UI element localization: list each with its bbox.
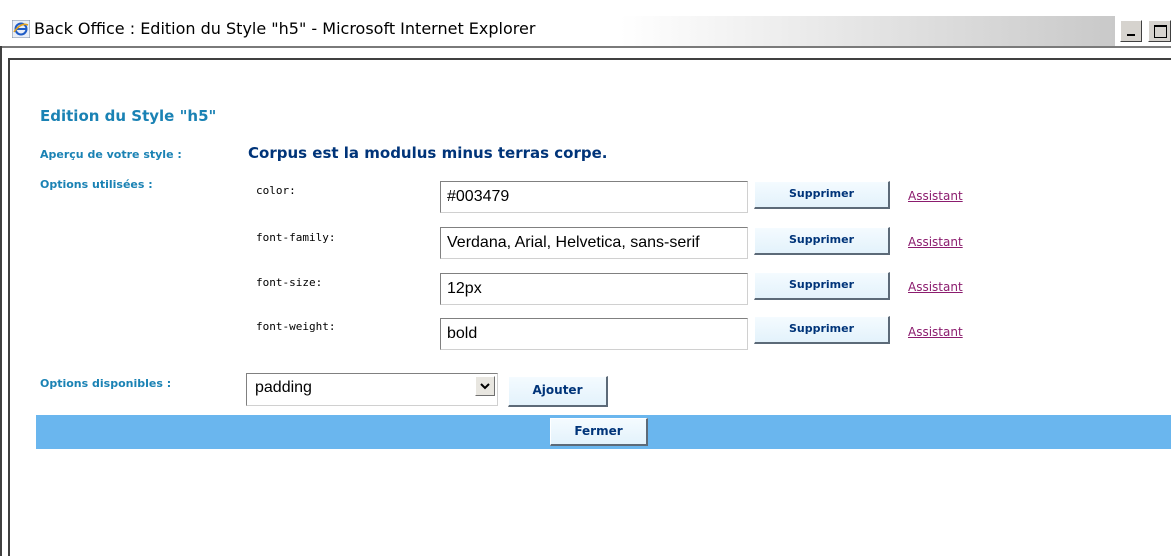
select-value: padding xyxy=(255,379,312,396)
style-preview-text: Corpus est la modulus minus terras corpe… xyxy=(248,144,608,162)
option-value-input[interactable] xyxy=(440,273,748,305)
option-name: font-family: xyxy=(256,231,336,244)
browser-window: Back Office : Edition du Style "h5" - Mi… xyxy=(0,0,1171,556)
internet-explorer-icon xyxy=(12,20,30,38)
option-value-input[interactable] xyxy=(440,227,748,259)
title-bar: Back Office : Edition du Style "h5" - Mi… xyxy=(0,0,1171,46)
assistant-link[interactable]: Assistant xyxy=(908,325,963,339)
option-name: font-weight: xyxy=(256,320,336,333)
options-available-select[interactable]: padding xyxy=(246,373,498,406)
remove-option-button[interactable]: Supprimer xyxy=(754,227,890,255)
page-title: Edition du Style "h5" xyxy=(40,107,217,125)
window-frame-left xyxy=(0,46,2,556)
option-name: color: xyxy=(256,184,296,197)
assistant-link[interactable]: Assistant xyxy=(908,189,963,203)
content-frame-top xyxy=(8,58,1171,60)
title-bar-gradient xyxy=(620,16,1115,46)
preview-label: Aperçu de votre style : xyxy=(40,148,182,161)
options-available-label: Options disponibles : xyxy=(40,377,172,390)
chevron-down-icon xyxy=(480,383,490,390)
remove-option-button[interactable]: Supprimer xyxy=(754,181,890,209)
add-option-button[interactable]: Ajouter xyxy=(508,376,608,407)
options-used-label: Options utilisées : xyxy=(40,178,153,191)
remove-option-button[interactable]: Supprimer xyxy=(754,316,890,344)
content-frame-left xyxy=(8,60,10,556)
close-button[interactable]: Fermer xyxy=(550,418,648,446)
assistant-link[interactable]: Assistant xyxy=(908,235,963,249)
minimize-button[interactable] xyxy=(1120,20,1142,42)
option-name: font-size: xyxy=(256,276,323,289)
option-value-input[interactable] xyxy=(440,318,748,350)
option-value-input[interactable] xyxy=(440,181,748,213)
minimize-icon xyxy=(1127,34,1135,36)
maximize-icon xyxy=(1154,25,1167,38)
assistant-link[interactable]: Assistant xyxy=(908,280,963,294)
window-title: Back Office : Edition du Style "h5" - Mi… xyxy=(34,19,536,38)
remove-option-button[interactable]: Supprimer xyxy=(754,272,890,300)
maximize-button[interactable] xyxy=(1148,20,1171,42)
dropdown-arrow-button[interactable] xyxy=(475,376,495,396)
